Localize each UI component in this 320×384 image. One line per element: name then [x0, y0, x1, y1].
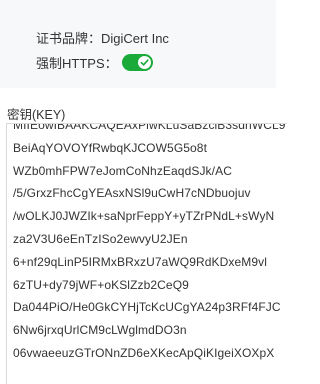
cert-info-card: 证书品牌：DigiCert Inc 强制HTTPS：: [0, 0, 276, 88]
key-line: 6zTU+dy79jWF+oKSlZzb2CeQ9: [13, 277, 189, 292]
key-line: WZb0mhFPW7eJomCoNhzEaqdSJk/AC: [13, 163, 232, 178]
key-line: 06vwaeeuzGTrONnZD6eXKecApQiKIgeiXOXpX: [13, 345, 275, 360]
key-content: MIIEowIBAAKCAQEAxPiwKLuSaBzclB3sdhWCL9 Be…: [13, 123, 286, 365]
key-line: BeiAqYOVOYfRwbqKJCOW5G5o8t: [13, 140, 208, 155]
key-line: MIIEowIBAAKCAQEAxPiwKLuSaBzclB3sdhWCL9: [13, 123, 286, 132]
cert-brand-value: DigiCert Inc: [101, 31, 169, 46]
force-https-toggle[interactable]: [121, 54, 153, 71]
key-label: 密钥(KEY): [7, 108, 66, 122]
key-line: /5/GrxzFhcCgYEAsxNSl9uCwH7cNDbuojuv: [13, 186, 251, 201]
key-line: /wOLKJ0JWZIk+saNprFeppY+yTZrPNdL+sWyN: [13, 209, 275, 224]
key-line: za2V3U6eEnTzISo2ewvyU2JEn: [13, 231, 188, 246]
cert-brand-row: 证书品牌：DigiCert Inc: [36, 28, 169, 47]
toggle-knob: [137, 56, 151, 69]
check-icon: [140, 59, 149, 66]
force-https-label: 强制HTTPS：: [36, 56, 118, 71]
key-textarea[interactable]: MIIEowIBAAKCAQEAxPiwKLuSaBzclB3sdhWCL9 Be…: [6, 123, 287, 384]
key-line: 6+nf29qLinP5IRMxBRxzU7aWQ9RdKDxeM9vl: [13, 254, 268, 269]
cert-brand-label: 证书品牌：: [36, 31, 102, 46]
force-https-row: 强制HTTPS：: [36, 53, 153, 72]
key-line: 6Nw6jrxqUrlCM9cLWglmdDO3n: [13, 323, 187, 338]
key-line: Da044PiO/He0GkCYHjTcKcUCgYA24p3RFf4FJC: [13, 300, 281, 315]
